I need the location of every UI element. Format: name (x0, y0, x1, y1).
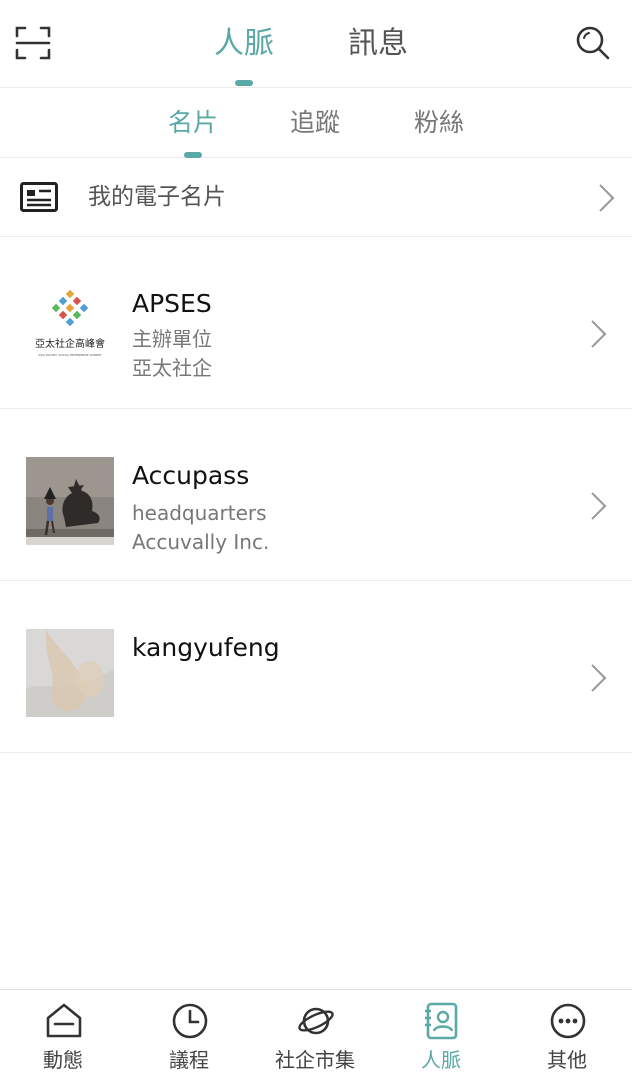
contact-title: headquarters (132, 501, 267, 525)
contact-card-accupass[interactable]: Accupass headquarters Accuvally Inc. (0, 409, 632, 581)
subtab-fans[interactable]: 粉絲 (414, 106, 464, 140)
nav-feed-label: 動態 (43, 1048, 83, 1072)
contact-name: APSES (132, 289, 212, 318)
contact-card-kangyufeng[interactable]: kangyufeng (0, 581, 632, 753)
nav-feed[interactable]: 動態 (0, 990, 126, 1085)
home-icon (46, 1003, 82, 1038)
bottom-nav: 動態 議程 社企市集 人脈 其他 (0, 989, 632, 1085)
chevron-right-icon (591, 320, 607, 348)
nav-agenda-label: 議程 (169, 1048, 209, 1072)
planet-icon (298, 1007, 334, 1035)
nav-agenda[interactable]: 議程 (126, 990, 252, 1085)
search-button[interactable] (574, 24, 612, 62)
kangyufeng-avatar (26, 629, 114, 717)
clock-icon (172, 1003, 208, 1039)
subtab-following[interactable]: 追蹤 (290, 106, 340, 140)
scan-button[interactable] (14, 24, 52, 62)
sub-tab-bar: 名片 追蹤 粉絲 (0, 88, 632, 158)
subtab-cards[interactable]: 名片 (168, 106, 218, 140)
contact-company: Accuvally Inc. (132, 530, 270, 554)
my-ecard-row[interactable]: 我的電子名片 (0, 158, 632, 237)
my-ecard-label: 我的電子名片 (88, 184, 226, 210)
contact-card-apses[interactable]: 亞太社企高峰會 ASIA PACIFIC SOCIAL ENTERPRISE S… (0, 237, 632, 409)
tab-contacts[interactable]: 人脈 (214, 24, 274, 64)
top-bar: 人脈 訊息 (0, 0, 632, 88)
tab-messages[interactable]: 訊息 (348, 24, 408, 64)
nav-more-label: 其他 (547, 1048, 587, 1072)
contact-company: 亞太社企 (132, 356, 212, 380)
accupass-avatar (26, 457, 114, 545)
business-card-icon (20, 182, 58, 212)
apses-logo-text: 亞太社企高峰會 (35, 337, 105, 350)
search-icon (576, 26, 610, 60)
contact-title: 主辦單位 (132, 327, 212, 351)
scan-icon (15, 26, 51, 60)
chevron-right-icon (591, 664, 607, 692)
tab-contacts-indicator (235, 80, 253, 86)
apses-logo: 亞太社企高峰會 ASIA PACIFIC SOCIAL ENTERPRISE S… (26, 285, 114, 373)
nav-market[interactable]: 社企市集 (252, 990, 378, 1085)
nav-contacts[interactable]: 人脈 (378, 990, 504, 1085)
chevron-right-icon (591, 492, 607, 520)
contact-name: kangyufeng (132, 633, 280, 662)
nav-market-label: 社企市集 (275, 1048, 355, 1072)
contacts-icon (425, 1002, 458, 1040)
nav-more[interactable]: 其他 (504, 990, 630, 1085)
more-icon (550, 1003, 586, 1039)
nav-contacts-label: 人脈 (421, 1048, 461, 1072)
contact-name: Accupass (132, 461, 250, 490)
apses-logo-subtext: ASIA PACIFIC SOCIAL ENTERPRISE SUMMIT (38, 353, 102, 357)
chevron-right-icon (599, 184, 615, 212)
